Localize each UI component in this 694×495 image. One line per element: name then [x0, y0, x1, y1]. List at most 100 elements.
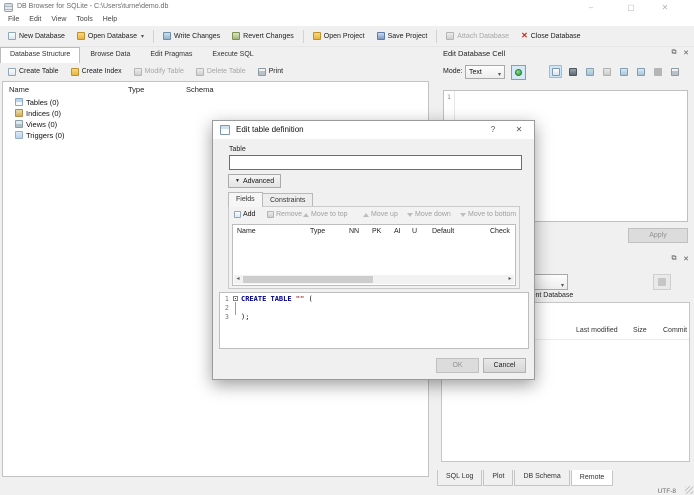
tab-database-structure[interactable]: Database Structure [0, 47, 81, 63]
scroll-left-icon[interactable]: ◂ [234, 275, 242, 284]
export-data-icon[interactable] [634, 65, 647, 78]
print-cell-icon[interactable] [668, 65, 681, 78]
maximize-icon[interactable]: ▢ [618, 0, 644, 15]
add-field-button[interactable]: Add [234, 211, 255, 218]
close-icon[interactable]: ✕ [652, 0, 678, 15]
column-pk[interactable]: PK [372, 228, 381, 235]
column-check[interactable]: Check [490, 228, 510, 235]
tree-item-tables[interactable]: Tables (0) [3, 97, 428, 108]
tree-column-type[interactable]: Type [128, 85, 144, 94]
titlebar: DB Browser for SQLite - C:\Users\turne\d… [0, 0, 694, 15]
minimize-icon[interactable]: – [578, 0, 604, 15]
mode-select[interactable]: Text ▾ [465, 65, 505, 79]
open-database-button[interactable]: Open Database ▾ [71, 29, 150, 43]
close-database-icon: ✕ [521, 31, 528, 40]
fields-pane: Add Remove Move to top Move up Move down… [228, 206, 520, 289]
revert-changes-button[interactable]: Revert Changes [226, 29, 300, 43]
column-default[interactable]: Default [432, 228, 454, 235]
close-panel-icon[interactable]: ✕ [681, 255, 691, 263]
float-panel-icon[interactable]: ⧉ [669, 255, 679, 263]
image-mode-icon[interactable] [583, 65, 596, 78]
column-size[interactable]: Size [633, 327, 647, 334]
remove-field-button[interactable]: Remove [267, 211, 302, 218]
tab-db-schema[interactable]: DB Schema [514, 470, 570, 486]
scroll-right-icon[interactable]: ▸ [506, 275, 514, 284]
modify-table-button[interactable]: Modify Table [128, 65, 190, 79]
cancel-button[interactable]: Cancel [483, 358, 526, 373]
toolbar-separator [152, 29, 154, 43]
attach-database-icon [446, 32, 455, 40]
close-panel-icon[interactable]: ✕ [681, 49, 691, 57]
ok-button[interactable]: OK [436, 358, 479, 373]
attach-database-button[interactable]: Attach Database [440, 29, 515, 43]
indices-icon [15, 109, 23, 117]
remote-action-button[interactable] [653, 274, 671, 290]
save-project-button[interactable]: Save Project [371, 29, 434, 43]
code-fold-icon[interactable] [233, 296, 238, 301]
move-down-button[interactable]: Move down [407, 211, 451, 218]
set-null-icon[interactable] [600, 65, 613, 78]
close-database-button[interactable]: ✕ Close Database [515, 29, 587, 43]
edit-table-definition-dialog: Edit table definition ? ✕ Table ▼ Advanc… [212, 120, 535, 380]
tree-item-indices[interactable]: Indices (0) [3, 108, 428, 119]
advanced-button[interactable]: ▼ Advanced [228, 174, 282, 188]
menu-help[interactable]: Help [98, 15, 122, 26]
tab-constraints[interactable]: Constraints [262, 193, 314, 207]
column-nn[interactable]: NN [349, 228, 359, 235]
write-changes-button[interactable]: Write Changes [157, 29, 226, 43]
fields-table: Name Type NN PK AI U Default Check ◂ ▸ [232, 224, 516, 286]
structure-toolbar: Create Table Create Index Modify Table D… [0, 63, 430, 80]
resize-grip[interactable] [685, 486, 693, 494]
menu-file[interactable]: File [3, 15, 24, 26]
tab-fields[interactable]: Fields [228, 192, 263, 207]
sql-preview-editor[interactable]: 1 2 3 CREATE TABLE "" ( ); [219, 292, 529, 349]
dialog-close-icon[interactable]: ✕ [510, 122, 528, 138]
views-icon [15, 120, 23, 128]
mode-label: Mode: [443, 68, 463, 75]
menu-view[interactable]: View [46, 15, 71, 26]
column-ai[interactable]: AI [394, 228, 401, 235]
move-to-bottom-button[interactable]: Move to bottom [460, 211, 516, 218]
column-name[interactable]: Name [237, 228, 256, 235]
float-panel-icon[interactable]: ⧉ [669, 49, 679, 57]
auto-apply-toggle[interactable] [511, 65, 526, 80]
move-to-top-button[interactable]: Move to top [303, 211, 348, 218]
open-project-button[interactable]: Open Project [307, 29, 371, 43]
fold-guide-line [235, 302, 236, 315]
binary-mode-icon[interactable] [566, 65, 579, 78]
help-icon[interactable]: ? [484, 122, 502, 138]
dialog-title: Edit table definition [236, 125, 304, 134]
horizontal-scrollbar[interactable]: ◂ ▸ [234, 275, 514, 284]
menu-edit[interactable]: Edit [24, 15, 46, 26]
tab-execute-sql[interactable]: Execute SQL [202, 47, 263, 63]
text-mode-icon[interactable] [549, 65, 562, 78]
column-last-modified[interactable]: Last modified [576, 327, 618, 334]
bottom-tab-bar: SQL Log Plot DB Schema Remote [437, 470, 614, 487]
column-u[interactable]: U [412, 228, 417, 235]
open-project-icon [312, 32, 321, 40]
tab-plot[interactable]: Plot [483, 470, 514, 486]
delete-table-button[interactable]: Delete Table [190, 65, 252, 79]
import-data-icon[interactable] [617, 65, 630, 78]
main-toolbar: New Database Open Database ▾ Write Chang… [0, 26, 694, 47]
apply-button[interactable]: Apply [628, 228, 688, 243]
tab-browse-data[interactable]: Browse Data [80, 47, 140, 63]
new-database-button[interactable]: New Database [2, 29, 71, 43]
tab-remote[interactable]: Remote [570, 470, 614, 486]
column-type[interactable]: Type [310, 228, 325, 235]
column-commit[interactable]: Commit [663, 327, 687, 334]
menu-tools[interactable]: Tools [71, 15, 97, 26]
scrollbar-thumb[interactable] [243, 276, 373, 283]
print-button[interactable]: Print [252, 65, 289, 79]
tab-edit-pragmas[interactable]: Edit Pragmas [140, 47, 202, 63]
remove-icon [267, 211, 274, 218]
tab-sql-log[interactable]: SQL Log [437, 470, 483, 486]
create-table-button[interactable]: Create Table [2, 65, 65, 79]
create-index-button[interactable]: Create Index [65, 65, 128, 79]
move-up-button[interactable]: Move up [363, 211, 398, 218]
table-name-input[interactable] [229, 155, 522, 170]
remote-action-icon [658, 278, 666, 286]
main-tab-bar: Database Structure Browse Data Edit Prag… [0, 47, 264, 63]
tree-column-schema[interactable]: Schema [186, 85, 214, 94]
tree-column-name[interactable]: Name [9, 85, 29, 94]
